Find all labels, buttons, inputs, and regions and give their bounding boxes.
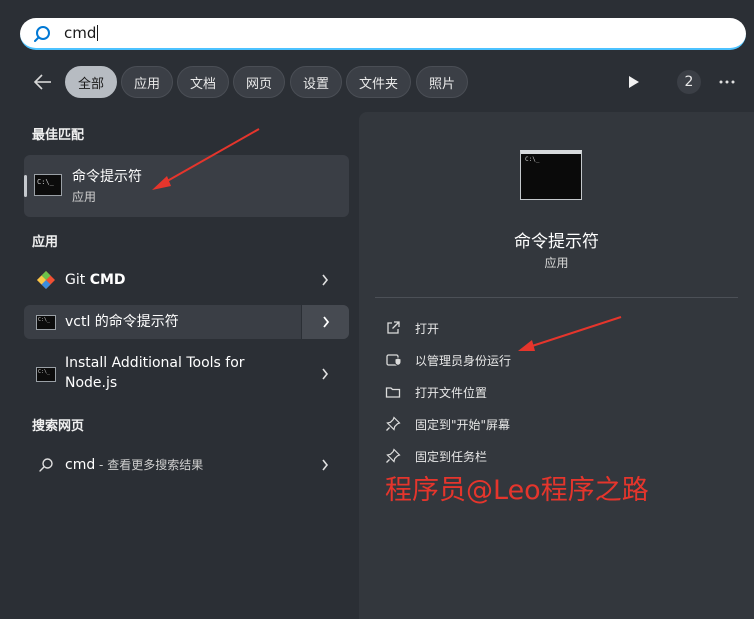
filter-chip-settings[interactable]: 设置 xyxy=(290,66,342,98)
action-open[interactable]: 打开 xyxy=(385,318,585,338)
git-cmd-label-plain: Git xyxy=(65,272,90,288)
web-search-suffix: - 查看更多搜索结果 xyxy=(95,458,204,472)
best-match-item[interactable]: C:\_ 命令提示符 应用 xyxy=(24,155,349,217)
action-pin-to-taskbar[interactable]: 固定到任务栏 xyxy=(385,446,585,466)
git-cmd-label-bold: CMD xyxy=(89,272,126,288)
filter-chip-label: 设置 xyxy=(302,76,329,92)
detail-subtitle: 应用 xyxy=(544,256,569,270)
action-pin-to-start-label: 固定到"开始"屏幕 xyxy=(415,418,511,432)
chevron-right-icon xyxy=(322,459,329,471)
git-cmd-label: Git CMD xyxy=(65,270,126,290)
filter-chip-all[interactable]: 全部 xyxy=(65,66,117,98)
filter-chip-label: 文档 xyxy=(189,76,216,92)
watermark-text: 程序员@Leo程序之路 xyxy=(385,475,649,506)
chevron-right-icon xyxy=(322,274,329,286)
text-caret xyxy=(97,25,99,41)
filter-chip-documents[interactable]: 文档 xyxy=(177,66,229,98)
action-run-as-admin[interactable]: 以管理员身份运行 xyxy=(385,350,585,370)
divider xyxy=(375,297,738,298)
command-prompt-icon-text: C:\_ xyxy=(525,156,540,163)
best-match-heading: 最佳匹配 xyxy=(32,128,85,143)
filter-chip-apps[interactable]: 应用 xyxy=(121,66,173,98)
command-prompt-icon-text: C:\_ xyxy=(38,317,51,323)
detail-title: 命令提示符 xyxy=(514,232,599,252)
filter-chip-label: 照片 xyxy=(428,76,455,92)
selection-indicator xyxy=(24,175,27,197)
back-arrow-icon[interactable] xyxy=(32,72,54,92)
detail-panel: C:\_ 命令提示符 应用 打开 以管理员身份运行 打开文件位置 固定到"开始"… xyxy=(359,112,754,619)
web-search-label: cmd - 查看更多搜索结果 xyxy=(65,455,203,475)
git-logo-icon xyxy=(37,271,55,289)
web-search-heading: 搜索网页 xyxy=(32,419,85,434)
expand-button[interactable] xyxy=(301,305,349,339)
list-item-web-search[interactable]: cmd - 查看更多搜索结果 xyxy=(24,448,349,482)
command-prompt-icon: C:\_ xyxy=(34,174,62,196)
filter-chip-label: 应用 xyxy=(133,76,160,92)
search-icon xyxy=(34,26,50,42)
filter-chip-label: 文件夹 xyxy=(358,76,398,92)
command-prompt-icon-text: C:\_ xyxy=(38,369,51,375)
best-match-title: 命令提示符 xyxy=(72,169,142,185)
admin-shield-icon xyxy=(386,354,401,367)
action-run-as-admin-label: 以管理员身份运行 xyxy=(415,354,512,368)
search-box[interactable]: cmd xyxy=(20,18,746,50)
pin-icon xyxy=(386,416,401,431)
results-count-badge[interactable]: 2 xyxy=(677,70,701,94)
list-item-vctl-command-prompt[interactable]: C:\_ vctl 的命令提示符 xyxy=(24,305,349,339)
web-search-query: cmd xyxy=(65,457,96,473)
command-prompt-icon: C:\_ xyxy=(36,367,56,382)
command-prompt-large-icon: C:\_ xyxy=(520,150,582,200)
open-external-icon xyxy=(387,321,400,334)
list-item-git-cmd[interactable]: Git CMD xyxy=(24,262,349,298)
filter-chip-label: 全部 xyxy=(77,76,104,92)
search-input[interactable]: cmd xyxy=(64,24,99,42)
pin-icon xyxy=(386,448,401,463)
search-input-value: cmd xyxy=(64,24,97,42)
list-item-install-additional-tools[interactable]: C:\_ Install Additional Tools for Node.j… xyxy=(24,350,349,396)
badge-count: 2 xyxy=(684,74,694,90)
filter-chip-photos[interactable]: 照片 xyxy=(416,66,468,98)
install-tools-label-line1: Install Additional Tools for xyxy=(65,355,245,371)
command-prompt-icon-text: C:\_ xyxy=(37,178,54,186)
folder-icon xyxy=(385,387,401,398)
apps-heading: 应用 xyxy=(32,235,59,250)
command-prompt-icon: C:\_ xyxy=(36,315,56,330)
more-options-icon[interactable] xyxy=(718,74,736,90)
search-icon xyxy=(39,458,53,472)
filter-chip-label: 网页 xyxy=(245,76,272,92)
action-pin-to-taskbar-label: 固定到任务栏 xyxy=(415,450,488,464)
filter-chip-web[interactable]: 网页 xyxy=(233,66,285,98)
filter-chip-folders[interactable]: 文件夹 xyxy=(346,66,411,98)
action-open-label: 打开 xyxy=(415,322,440,336)
best-match-subtitle: 应用 xyxy=(72,190,97,204)
chevron-right-icon xyxy=(322,368,329,380)
action-open-file-location[interactable]: 打开文件位置 xyxy=(385,382,585,402)
action-open-file-location-label: 打开文件位置 xyxy=(415,386,488,400)
install-tools-label-line2: Node.js xyxy=(65,375,118,391)
play-icon[interactable] xyxy=(627,74,641,90)
filter-bar: 全部 应用 文档 网页 设置 文件夹 照片 2 xyxy=(0,66,754,98)
chevron-right-icon xyxy=(323,316,330,328)
vctl-command-prompt-label: vctl 的命令提示符 xyxy=(65,314,179,330)
action-pin-to-start[interactable]: 固定到"开始"屏幕 xyxy=(385,414,585,434)
